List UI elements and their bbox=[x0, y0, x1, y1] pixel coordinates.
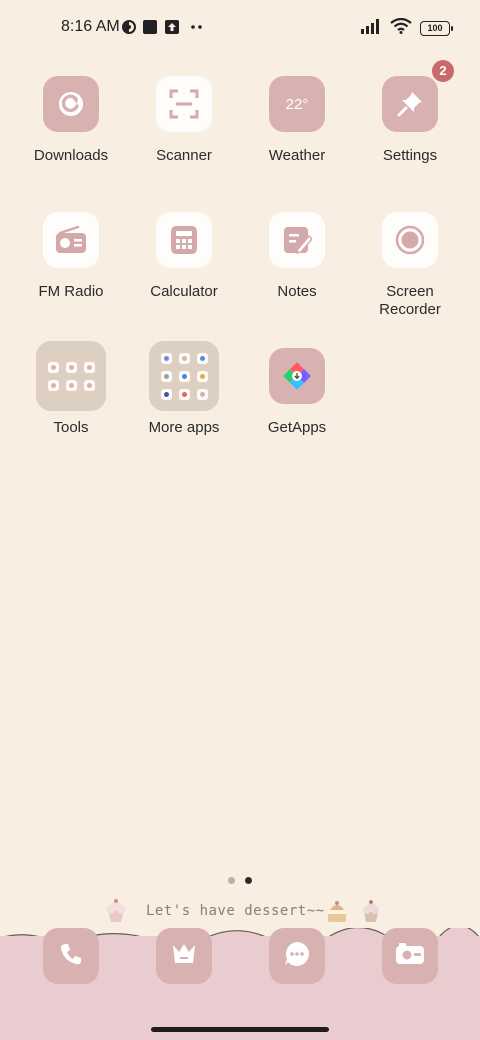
app-label: Tools bbox=[53, 419, 89, 436]
phone-icon bbox=[58, 941, 84, 972]
muffin-icon bbox=[363, 900, 379, 922]
gesture-nav-bar[interactable] bbox=[151, 1027, 329, 1032]
app-settings[interactable]: 2 Settings bbox=[355, 60, 465, 165]
calculator-icon bbox=[156, 212, 212, 268]
app-downloads[interactable]: Downloads bbox=[16, 76, 126, 165]
page-dot-1[interactable] bbox=[228, 877, 235, 884]
screen-recorder-icon bbox=[382, 212, 438, 268]
app-label: GetApps bbox=[267, 419, 327, 436]
camera-icon bbox=[395, 942, 425, 971]
upload-icon bbox=[164, 18, 180, 36]
page-indicator[interactable] bbox=[0, 877, 480, 884]
dock-phone[interactable] bbox=[43, 928, 99, 984]
battery-icon: 100 bbox=[420, 21, 453, 36]
folder-more-apps[interactable]: More apps bbox=[129, 341, 239, 437]
getapps-icon bbox=[269, 348, 325, 404]
messages-icon bbox=[283, 940, 311, 973]
folder-icon bbox=[36, 341, 106, 411]
app-label: More apps bbox=[148, 419, 220, 436]
dock-store[interactable] bbox=[156, 928, 212, 984]
app-label: Screen Recorder bbox=[379, 283, 441, 318]
wifi-icon bbox=[390, 17, 412, 39]
app-notes[interactable]: Notes bbox=[242, 212, 352, 301]
signal-icon bbox=[360, 18, 382, 39]
app-label: FM Radio bbox=[38, 283, 104, 300]
more-dots-icon bbox=[190, 18, 204, 36]
folder-icon bbox=[149, 341, 219, 411]
store-icon bbox=[170, 941, 198, 972]
folder-tools[interactable]: Tools bbox=[16, 341, 126, 437]
radio-icon bbox=[43, 212, 99, 268]
data-saver-icon bbox=[121, 18, 137, 36]
square-notification-icon bbox=[142, 18, 158, 36]
status-time: 8:16 AM bbox=[61, 18, 120, 35]
app-calculator[interactable]: Calculator bbox=[129, 212, 239, 301]
cupcake-icon bbox=[106, 899, 126, 922]
notes-icon bbox=[269, 212, 325, 268]
tagline-text: Let's have dessert~~ bbox=[146, 903, 325, 919]
downloads-icon bbox=[43, 76, 99, 132]
app-label: Downloads bbox=[33, 147, 109, 164]
app-label: Weather bbox=[268, 147, 326, 164]
page-dot-2[interactable] bbox=[245, 877, 252, 884]
weather-icon: 22° bbox=[269, 76, 325, 132]
app-label: Settings bbox=[382, 147, 438, 164]
weather-temp: 22° bbox=[285, 95, 309, 113]
app-label: Scanner bbox=[156, 147, 212, 164]
app-scanner[interactable]: Scanner bbox=[129, 76, 239, 165]
dock-messages[interactable] bbox=[269, 928, 325, 984]
dock-camera[interactable] bbox=[382, 928, 438, 984]
settings-badge: 2 bbox=[432, 60, 454, 82]
app-weather[interactable]: 22° Weather bbox=[242, 76, 352, 165]
settings-icon: 2 bbox=[382, 60, 454, 132]
status-bar: 8:16 AM 100 bbox=[0, 0, 480, 56]
app-getapps[interactable]: GetApps bbox=[242, 348, 352, 437]
cake-icon bbox=[328, 901, 346, 922]
app-screen-recorder[interactable]: Screen Recorder bbox=[355, 212, 465, 319]
app-label: Notes bbox=[277, 283, 317, 300]
scanner-icon bbox=[156, 76, 212, 132]
app-fm-radio[interactable]: FM Radio bbox=[16, 212, 126, 301]
app-label: Calculator bbox=[150, 283, 218, 300]
